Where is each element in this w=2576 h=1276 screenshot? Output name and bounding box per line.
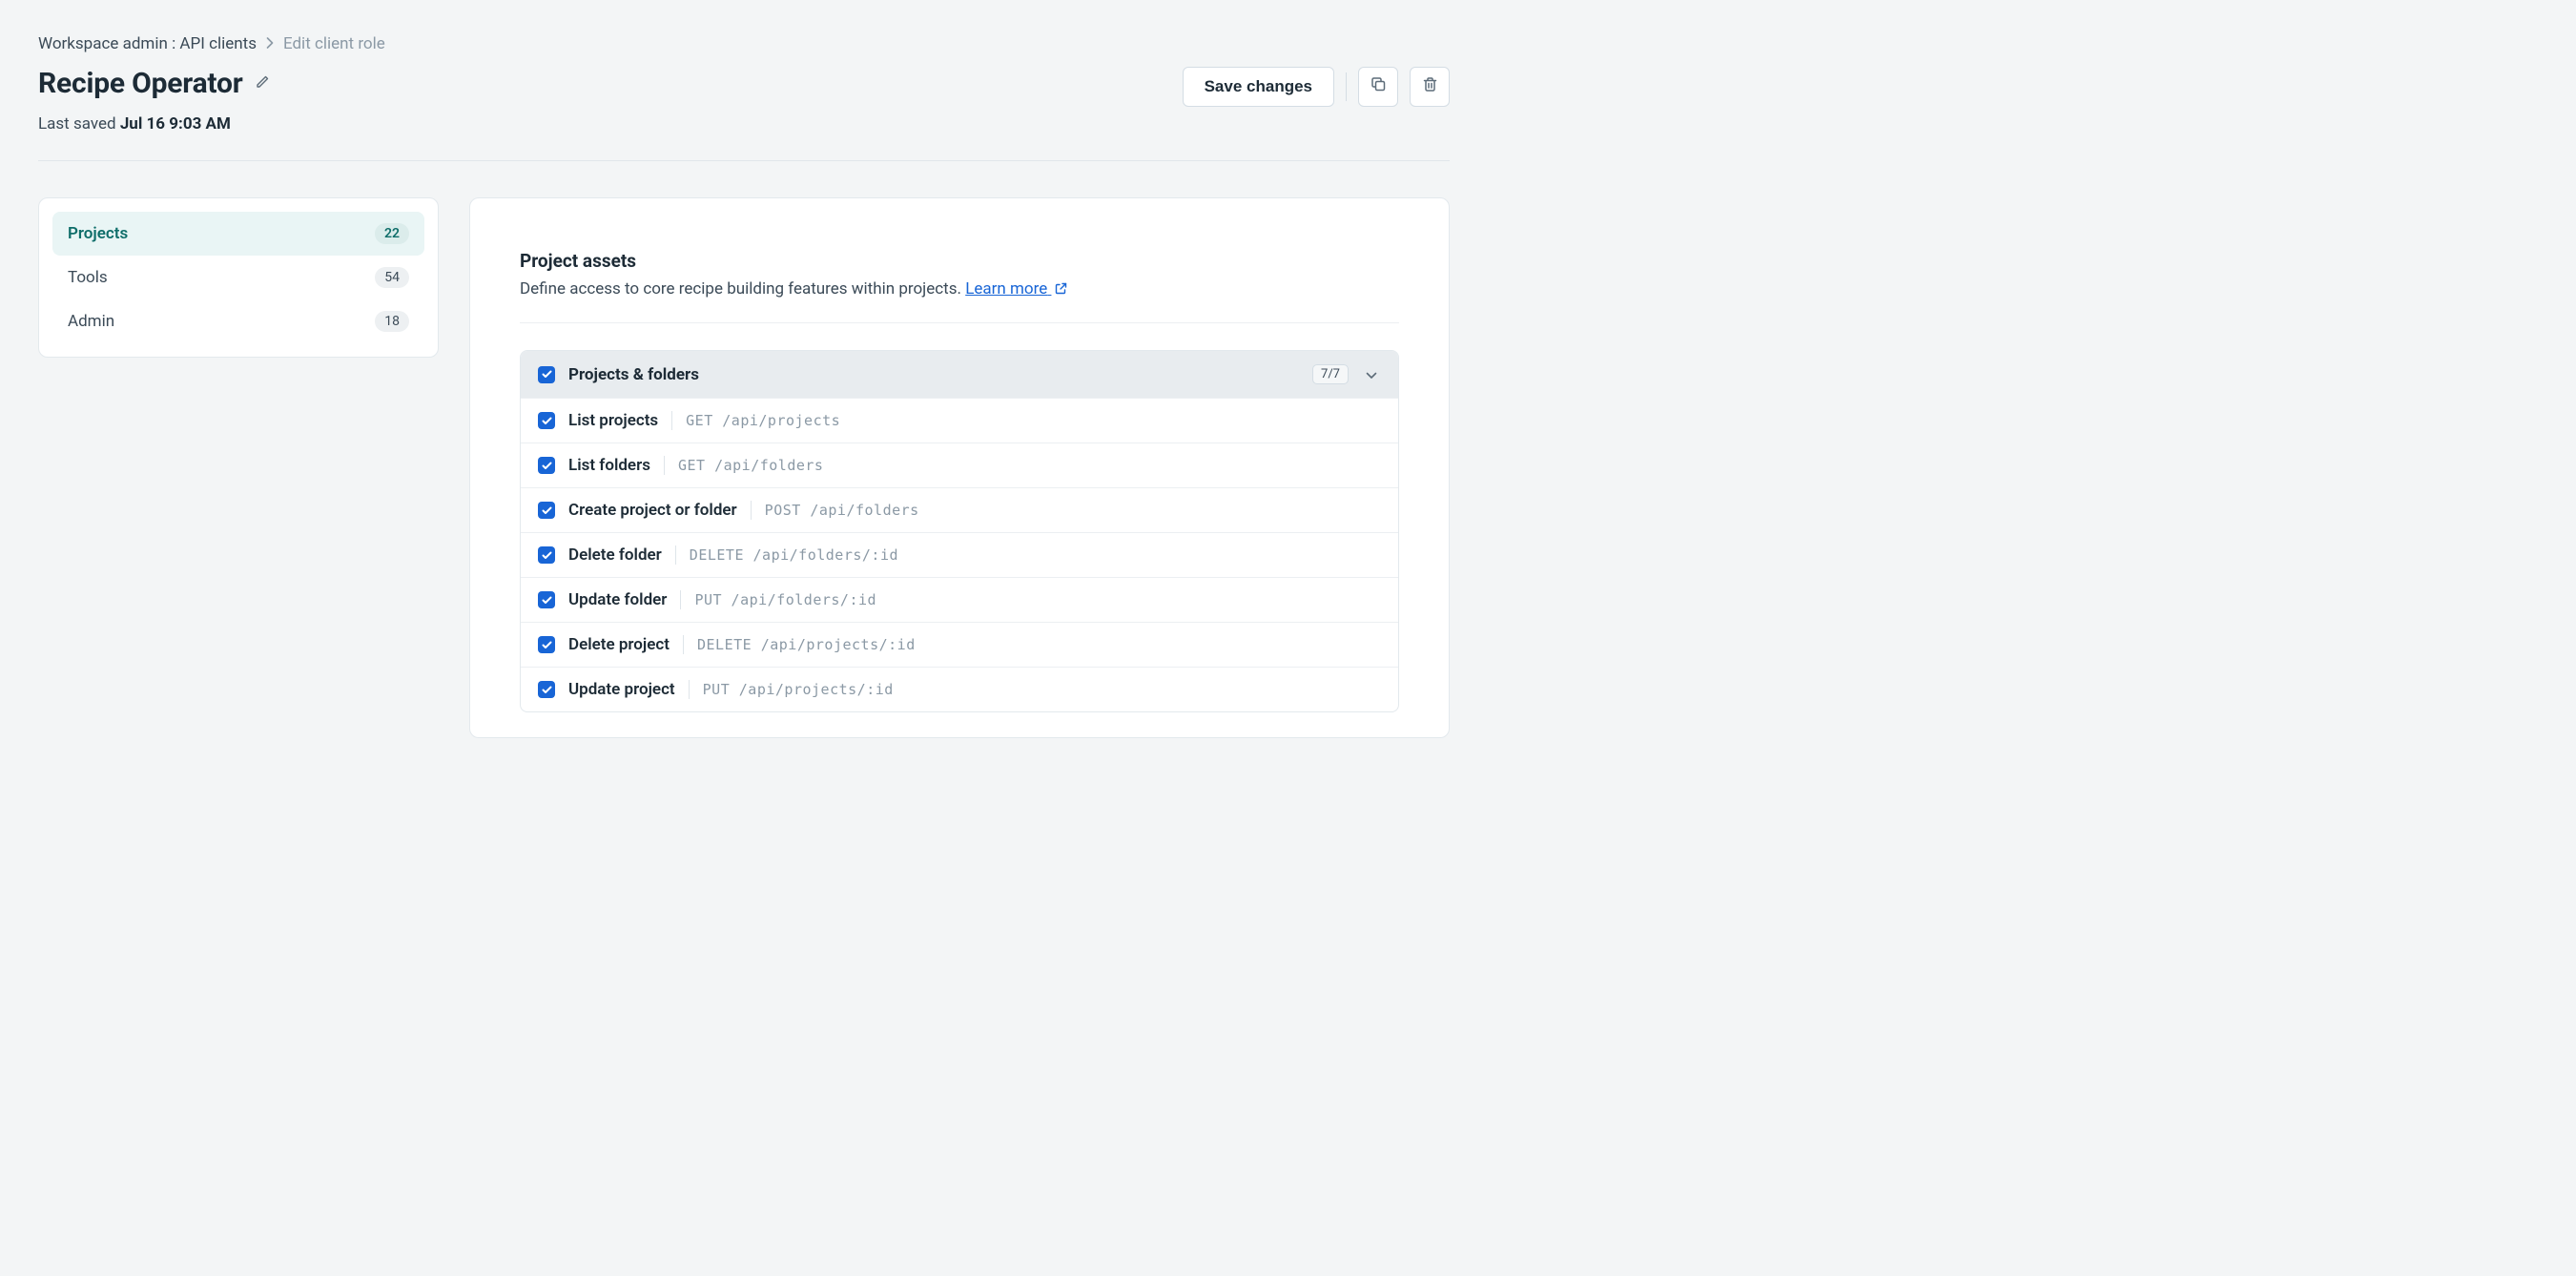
breadcrumb: Workspace admin : API clients Edit clien… [38,34,1450,53]
permission-checkbox[interactable] [538,591,555,608]
section-divider [520,322,1399,323]
delete-button[interactable] [1410,67,1450,107]
permission-endpoint: DELETE /api/projects/:id [697,636,916,653]
sidebar-item-admin[interactable]: Admin 18 [52,299,424,343]
edit-icon[interactable] [255,74,270,93]
permission-label: List folders [568,456,650,475]
permission-label: Create project or folder [568,501,737,520]
permission-endpoint: GET /api/projects [686,412,840,429]
permission-row: List projects GET /api/projects [521,398,1398,442]
breadcrumb-root[interactable]: Workspace admin : API clients [38,34,257,53]
permission-checkbox[interactable] [538,546,555,564]
sidebar-item-label: Tools [68,268,108,287]
permission-divider [751,501,752,520]
permission-checkbox[interactable] [538,502,555,519]
permission-label: Update project [568,680,675,699]
section-title: Project assets [520,250,1399,272]
sidebar-item-label: Admin [68,312,114,331]
sidebar-item-tools[interactable]: Tools 54 [52,256,424,299]
sidebar-item-count: 18 [375,311,409,332]
sidebar-item-count: 54 [375,267,409,288]
permission-divider [689,680,690,699]
external-link-icon [1055,280,1067,299]
permission-label: Delete folder [568,545,662,565]
permission-checkbox[interactable] [538,681,555,698]
permission-row: Delete project DELETE /api/projects/:id [521,622,1398,667]
permission-row: Update project PUT /api/projects/:id [521,667,1398,711]
permission-row: List folders GET /api/folders [521,442,1398,487]
permission-row: Create project or folder POST /api/folder… [521,487,1398,532]
permission-endpoint: DELETE /api/folders/:id [690,546,898,564]
sidebar: Projects 22 Tools 54 Admin 18 [38,197,439,358]
permission-label: Delete project [568,635,670,654]
permission-divider [664,456,665,475]
group-checkbox[interactable] [538,366,555,383]
permissions-table: Projects & folders 7/7 List projects GET … [520,350,1399,712]
group-label: Projects & folders [568,365,1299,384]
permission-endpoint: GET /api/folders [678,457,824,474]
permission-label: Update folder [568,590,667,609]
header-divider [38,160,1450,161]
sidebar-item-count: 22 [375,223,409,244]
permission-checkbox[interactable] [538,636,555,653]
permission-checkbox[interactable] [538,457,555,474]
permission-divider [675,545,676,565]
permission-checkbox[interactable] [538,412,555,429]
chevron-down-icon[interactable] [1362,365,1381,383]
copy-button[interactable] [1358,67,1398,107]
section-description: Define access to core recipe building fe… [520,279,1399,299]
learn-more-link[interactable]: Learn more [965,279,1067,298]
sidebar-item-projects[interactable]: Projects 22 [52,212,424,256]
permission-divider [671,411,672,430]
learn-more-label: Learn more [965,279,1047,298]
permission-endpoint: POST /api/folders [765,502,919,519]
main-panel: Project assets Define access to core rec… [469,197,1450,738]
permission-endpoint: PUT /api/folders/:id [694,591,876,608]
last-saved-timestamp: Jul 16 9:03 AM [120,114,231,134]
permission-label: List projects [568,411,658,430]
breadcrumb-current: Edit client role [283,34,385,53]
save-button[interactable]: Save changes [1183,67,1334,107]
permission-divider [680,590,681,609]
page-title: Recipe Operator [38,67,243,100]
permission-row: Update folder PUT /api/folders/:id [521,577,1398,622]
group-count: 7/7 [1312,364,1349,384]
permission-divider [683,635,684,654]
sidebar-item-label: Projects [68,224,128,243]
permission-group-header[interactable]: Projects & folders 7/7 [521,351,1398,398]
copy-icon [1370,76,1387,97]
last-saved-prefix: Last saved [38,114,116,134]
chevron-right-icon [266,34,274,53]
permission-row: Delete folder DELETE /api/folders/:id [521,532,1398,577]
permission-endpoint: PUT /api/projects/:id [703,681,894,698]
last-saved: Last saved Jul 16 9:03 AM [38,114,1450,134]
trash-icon [1422,76,1438,97]
section-desc-text: Define access to core recipe building fe… [520,279,961,298]
action-divider [1346,72,1347,101]
